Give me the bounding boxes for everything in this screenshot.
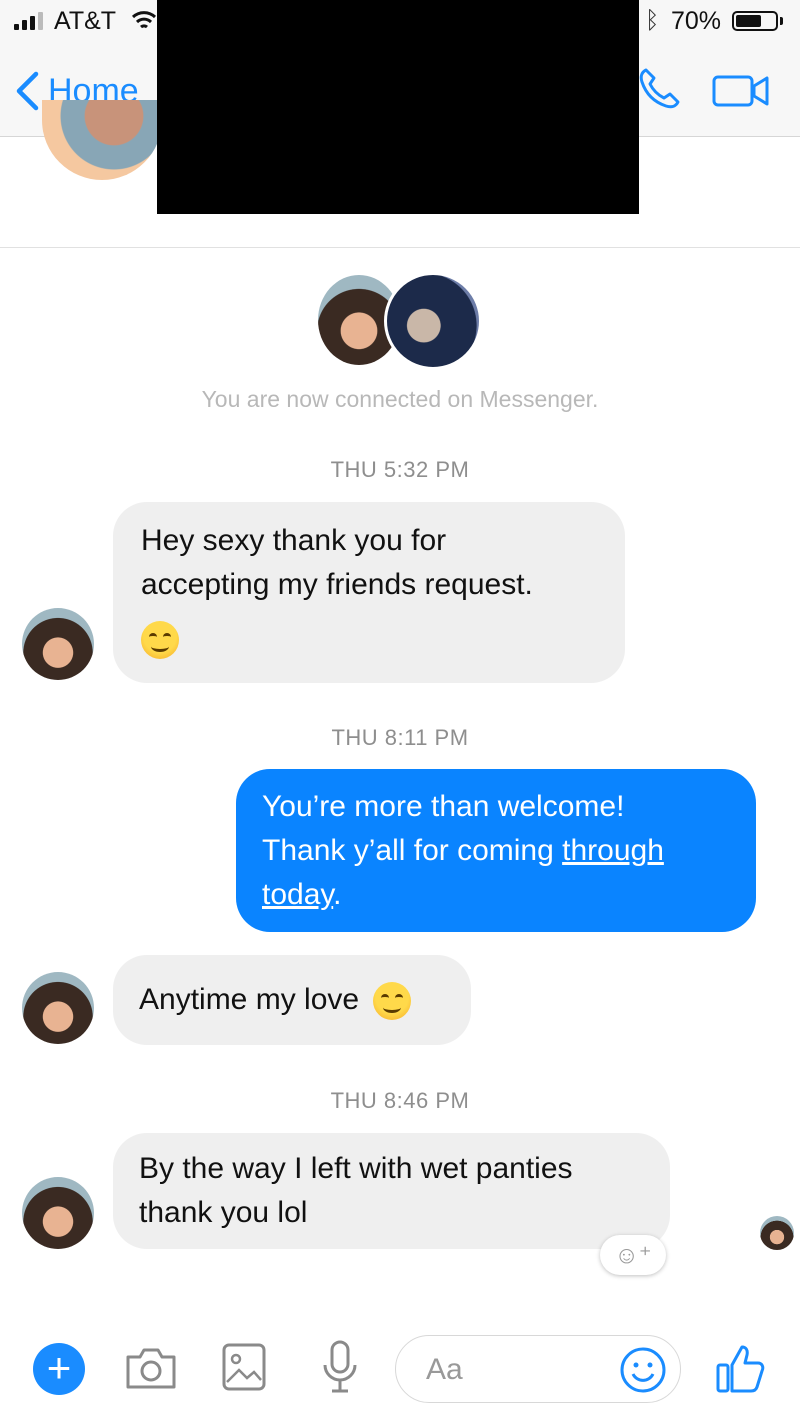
sender-avatar [22,1177,94,1249]
phone-icon[interactable] [636,66,682,112]
message-text: Anytime my love [139,983,360,1016]
signal-icon [14,12,43,30]
sender-avatar [22,972,94,1044]
bluetooth-icon: ᛒ [645,7,660,34]
camera-icon[interactable] [124,1345,178,1391]
battery-cap [780,17,783,25]
message-line: thank you lol [139,1196,308,1229]
message-line: By the way I left with wet panties [139,1152,573,1185]
image-icon[interactable] [221,1342,267,1392]
battery-percentage: 70% [671,7,722,35]
timestamp: THU 8:11 PM [331,725,469,750]
message-text: Thank y’all for coming [262,834,563,867]
sender-avatar [22,608,94,680]
read-receipt-avatar [760,1216,794,1250]
connected-notice: You are now connected on Messenger. [201,386,599,412]
message-bubble-incoming[interactable]: Hey sexy thank you for accepting my frie… [113,502,625,683]
message-bubble-outgoing[interactable]: You’re more than welcome! Thank y’all fo… [236,769,756,932]
message-link[interactable]: through [562,834,664,867]
message-line: accepting my friends request. [141,568,533,601]
timestamp: THU 8:46 PM [330,1088,470,1113]
message-line: Hey sexy thank you for [141,524,447,557]
contact-avatar-header [42,100,162,180]
emoji-icon[interactable] [618,1345,668,1395]
react-emoji-icon: ☺⁺ [614,1241,652,1269]
smiling-face-icon [141,621,179,660]
message-line: You’re more than welcome! [262,790,625,823]
add-button[interactable]: + [33,1343,85,1395]
react-button[interactable]: ☺⁺ [600,1235,666,1275]
battery-fill [736,15,762,27]
header-divider [0,247,800,248]
timestamp: THU 5:32 PM [330,457,470,482]
message-input[interactable] [424,1348,628,1392]
carrier-label: AT&T [54,7,117,35]
message-bubble-incoming[interactable]: Anytime my love [113,955,471,1045]
wifi-icon [131,11,157,29]
redacted-contact-name [157,0,639,214]
microphone-icon[interactable] [320,1339,360,1395]
video-icon[interactable] [712,73,770,109]
message-link[interactable]: today [262,878,333,911]
add-icon: + [46,1344,72,1391]
thumbs-up-icon[interactable] [714,1341,766,1395]
message-bubble-incoming[interactable]: By the way I left with wet panties thank… [113,1133,670,1249]
battery-icon [732,11,778,31]
winking-face-icon [373,982,412,1021]
message-text: . [333,878,342,911]
user-avatar [384,272,482,370]
back-chevron-icon [16,71,39,111]
